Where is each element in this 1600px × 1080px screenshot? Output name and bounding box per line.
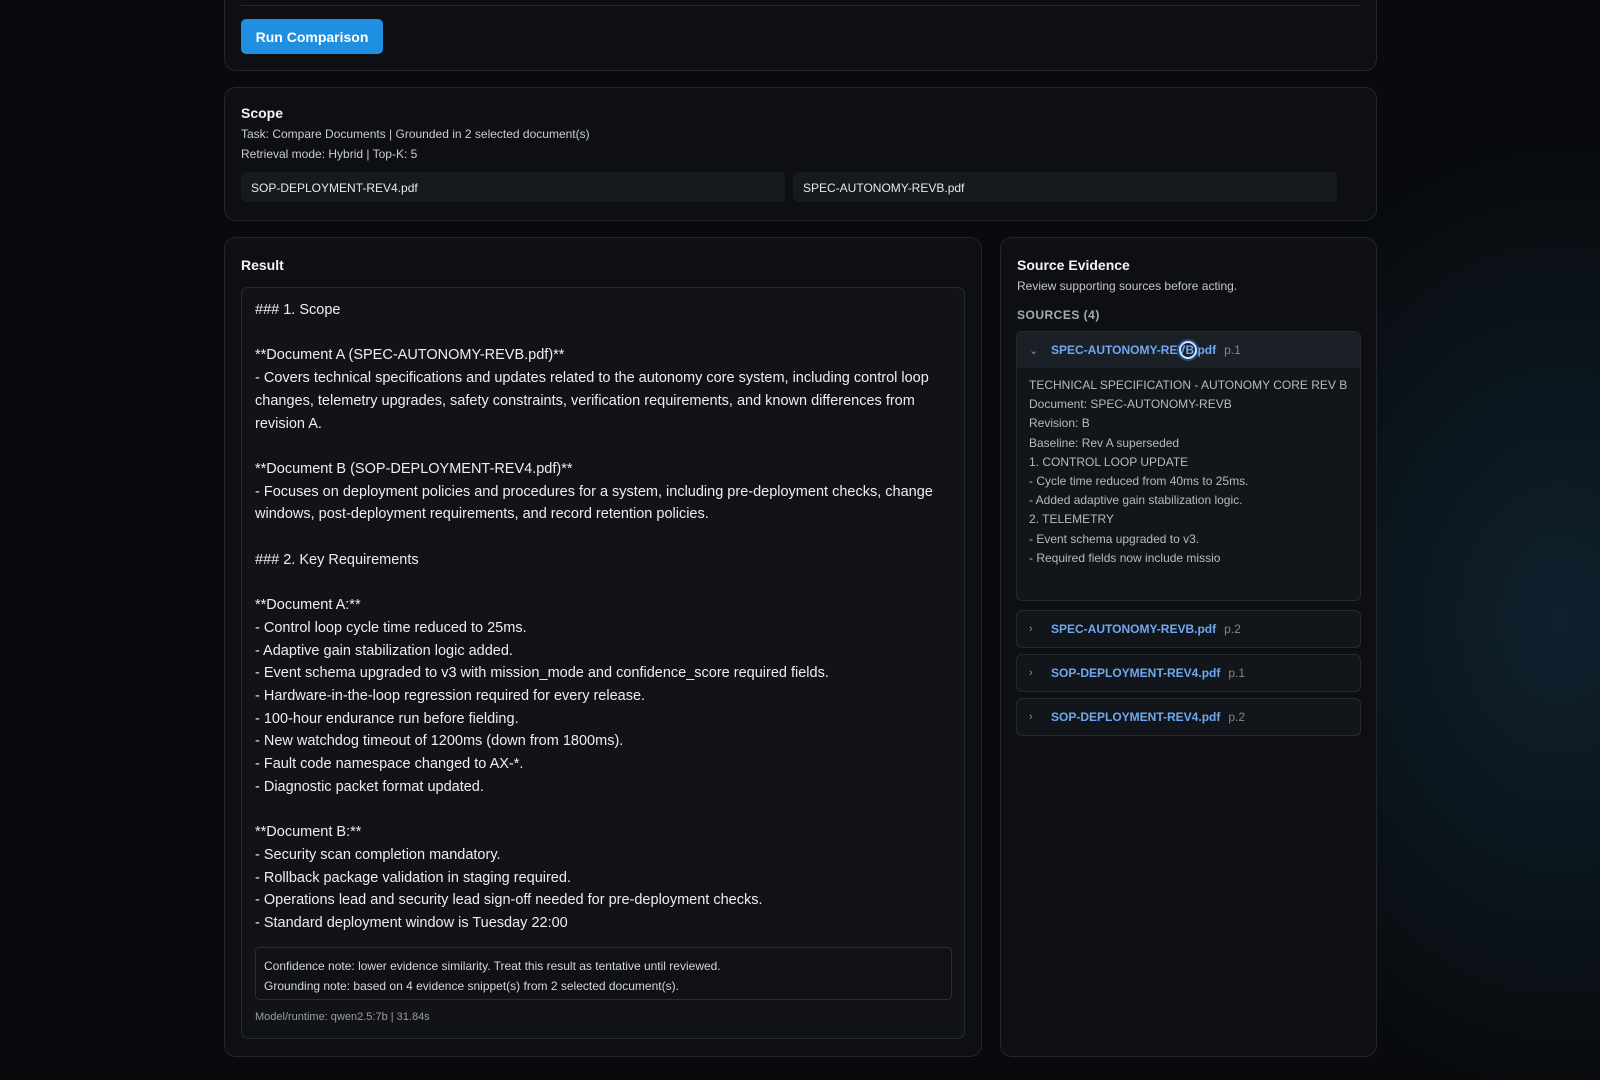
source-item[interactable]: › SPEC-AUTONOMY-REVB.pdf p.2 bbox=[1016, 610, 1361, 648]
snippet-line: Revision: B bbox=[1029, 416, 1090, 431]
result-text: ### 1. Scope **Document A (SPEC-AUTONOMY… bbox=[255, 302, 933, 931]
source-item-header[interactable]: › SPEC-AUTONOMY-REVB.pdf p.2 bbox=[1017, 611, 1360, 647]
source-item-header[interactable]: › SOP-DEPLOYMENT-REV4.pdf p.1 bbox=[1017, 655, 1360, 691]
chevron-right-icon: › bbox=[1029, 667, 1033, 679]
source-evidence-title: Source Evidence bbox=[1017, 257, 1130, 273]
scope-document-chip: SPEC-AUTONOMY-REVB.pdf bbox=[793, 172, 1337, 202]
chevron-down-icon: ⌄ bbox=[1029, 344, 1039, 357]
source-page-label: p.2 bbox=[1228, 710, 1246, 724]
scope-panel: Scope Task: Compare Documents | Grounded… bbox=[224, 87, 1377, 221]
scope-document-chip: SOP-DEPLOYMENT-REV4.pdf bbox=[241, 172, 785, 202]
confidence-note: Confidence note: lower evidence similari… bbox=[264, 959, 721, 973]
notes-box: Confidence note: lower evidence similari… bbox=[255, 947, 952, 1000]
snippet-line: - Required fields now include missio bbox=[1029, 550, 1221, 565]
model-runtime-info: Model/runtime: qwen2.5:7b | 31.84s bbox=[255, 1011, 430, 1023]
source-file-link[interactable]: SPEC-AUTONOMY-REVB.pdf bbox=[1051, 622, 1216, 636]
source-file-link[interactable]: SOP-DEPLOYMENT-REV4.pdf bbox=[1051, 710, 1220, 724]
scope-retrieval-line: Retrieval mode: Hybrid | Top-K: 5 bbox=[241, 147, 418, 161]
source-file-link[interactable]: SOP-DEPLOYMENT-REV4.pdf bbox=[1051, 666, 1220, 680]
snippet-line: - Added adaptive gain stabilization logi… bbox=[1029, 493, 1243, 508]
snippet-line: 2. TELEMETRY bbox=[1029, 512, 1114, 527]
source-evidence-subtitle: Review supporting sources before acting. bbox=[1017, 279, 1238, 293]
grounding-note: Grounding note: based on 4 evidence snip… bbox=[264, 979, 679, 993]
scope-title: Scope bbox=[241, 105, 284, 121]
source-item[interactable]: › SOP-DEPLOYMENT-REV4.pdf p.2 bbox=[1016, 698, 1361, 736]
scope-task-line: Task: Compare Documents | Grounded in 2 … bbox=[241, 127, 590, 141]
snippet-line: - Event schema upgraded to v3. bbox=[1029, 531, 1200, 546]
run-comparison-button[interactable]: Run Comparison bbox=[241, 19, 383, 54]
source-item-header[interactable]: › SOP-DEPLOYMENT-REV4.pdf p.2 bbox=[1017, 699, 1360, 735]
snippet-line: 1. CONTROL LOOP UPDATE bbox=[1029, 454, 1189, 469]
input-field-bottom-edge bbox=[241, 5, 1360, 6]
chevron-right-icon: › bbox=[1029, 711, 1033, 723]
run-panel: Run Comparison bbox=[224, 0, 1377, 71]
result-panel: Result ### 1. Scope **Document A (SPEC-A… bbox=[224, 237, 982, 1057]
source-page-label: p.2 bbox=[1224, 622, 1241, 636]
result-title: Result bbox=[241, 257, 284, 273]
chevron-right-icon: › bbox=[1029, 623, 1033, 635]
snippet-line: TECHNICAL SPECIFICATION - AUTONOMY CORE … bbox=[1029, 378, 1348, 392]
snippet-line: - Cycle time reduced from 40ms to 25ms. bbox=[1029, 474, 1249, 489]
source-item[interactable]: › SOP-DEPLOYMENT-REV4.pdf p.1 bbox=[1016, 654, 1361, 692]
snippet-line: Document: SPEC-AUTONOMY-REVB bbox=[1029, 397, 1232, 412]
snippet-line: Baseline: Rev A superseded bbox=[1029, 435, 1180, 450]
sources-count-label: SOURCES (4) bbox=[1017, 308, 1100, 322]
source-item-header[interactable]: ⌄ SPEC-AUTONOMY-REVB.pdf p.1 bbox=[1017, 332, 1360, 368]
source-file-link[interactable]: SPEC-AUTONOMY-REVB.pdf bbox=[1051, 343, 1216, 357]
source-snippet: TECHNICAL SPECIFICATION - AUTONOMY CORE … bbox=[1029, 376, 1349, 568]
result-content-box: ### 1. Scope **Document A (SPEC-AUTONOMY… bbox=[241, 287, 965, 1039]
source-page-label: p.1 bbox=[1224, 343, 1241, 357]
source-page-label: p.1 bbox=[1228, 666, 1246, 680]
source-item: ⌄ SPEC-AUTONOMY-REVB.pdf p.1 TECHNICAL S… bbox=[1016, 331, 1361, 601]
